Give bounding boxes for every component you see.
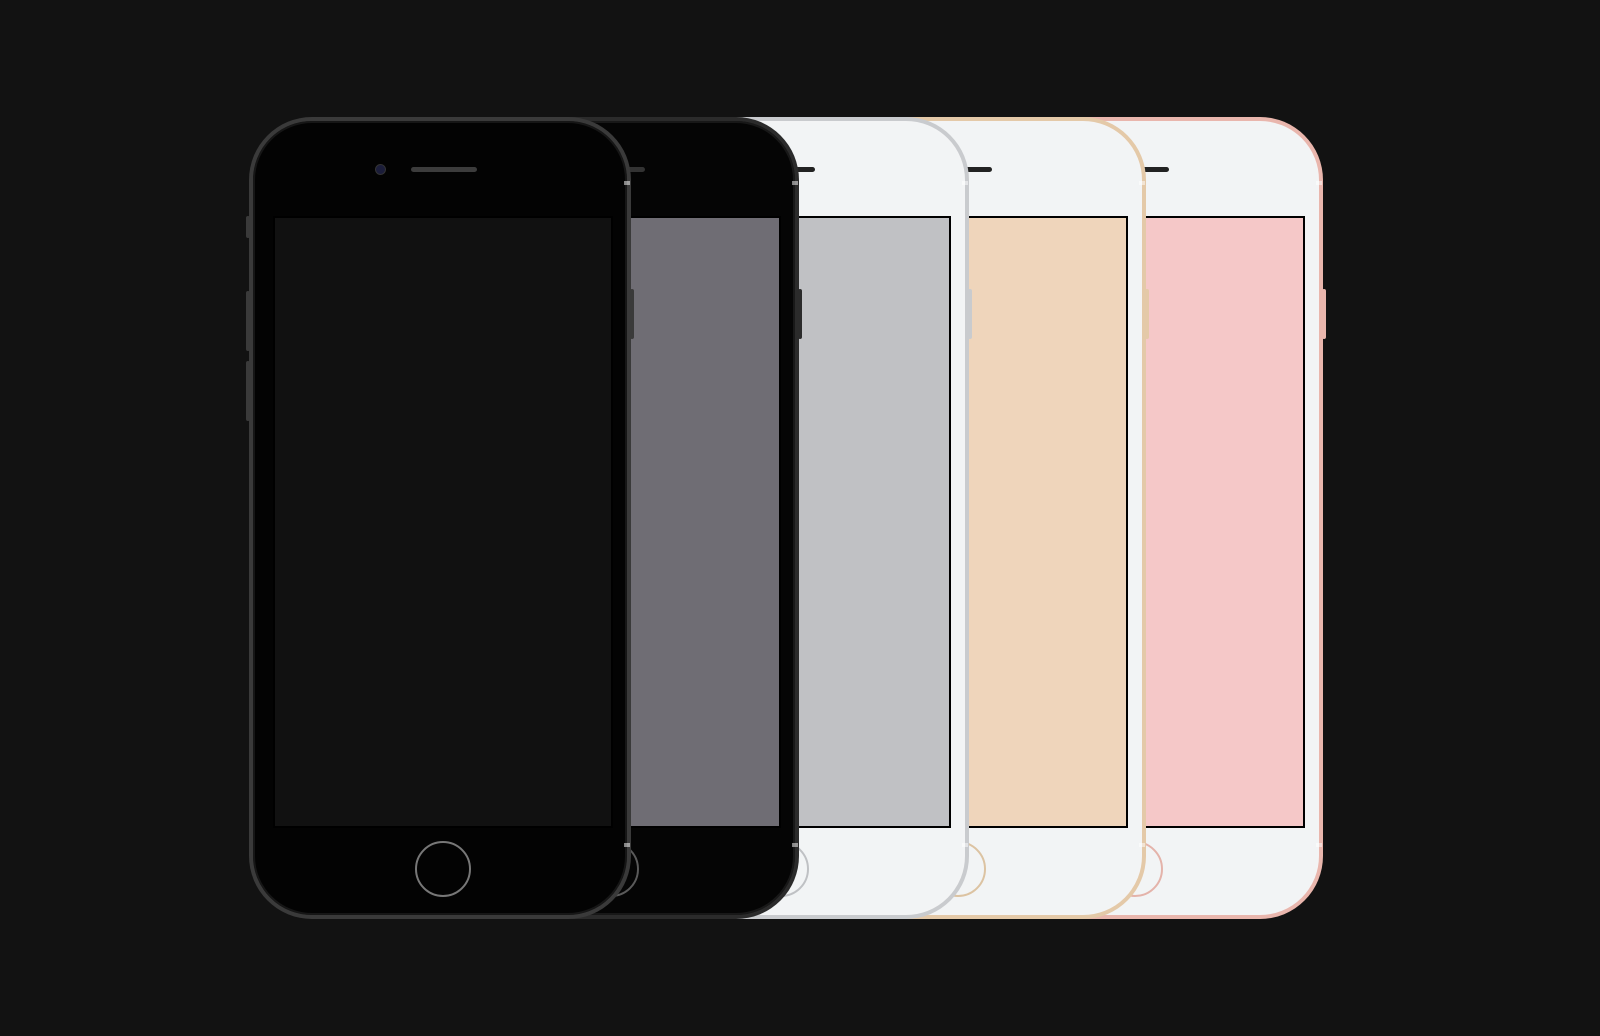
antenna-line <box>1139 843 1145 847</box>
volume-button <box>246 361 250 421</box>
volume-button <box>246 291 250 351</box>
power-button <box>1145 289 1149 339</box>
power-button <box>630 289 634 339</box>
antenna-line <box>624 843 630 847</box>
power-button <box>798 289 802 339</box>
antenna-line <box>1139 181 1145 185</box>
phone-lineup-canvas <box>0 0 1600 1036</box>
antenna-line <box>792 843 798 847</box>
power-button <box>968 289 972 339</box>
antenna-line <box>962 843 968 847</box>
earpiece-speaker <box>411 167 477 172</box>
antenna-line <box>962 181 968 185</box>
phone-screen <box>273 216 613 828</box>
antenna-line <box>1316 181 1322 185</box>
power-button <box>1322 289 1326 339</box>
antenna-line <box>1316 843 1322 847</box>
antenna-line <box>624 181 630 185</box>
home-button <box>415 841 471 897</box>
front-camera-icon <box>375 164 386 175</box>
antenna-line <box>792 181 798 185</box>
phone-jet-black <box>246 118 634 918</box>
mute-switch <box>246 216 250 238</box>
